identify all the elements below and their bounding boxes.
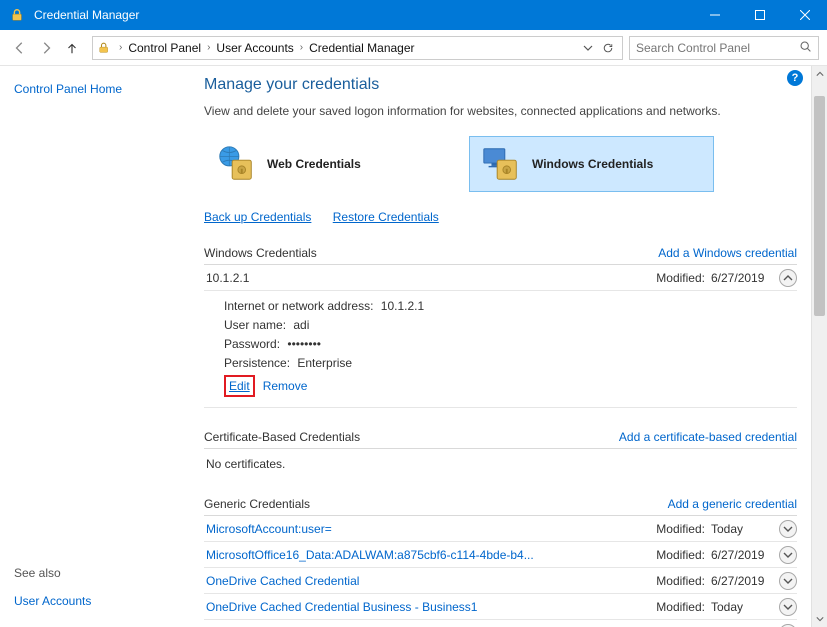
window-title: Credential Manager bbox=[34, 8, 692, 22]
restore-credentials-link[interactable]: Restore Credentials bbox=[333, 210, 439, 224]
windows-credentials-tile[interactable]: Windows Credentials bbox=[469, 136, 714, 192]
generic-credentials-list: MicrosoftAccount:user=Modified:TodayMicr… bbox=[204, 516, 797, 627]
username-label: User name: bbox=[224, 318, 286, 332]
credential-name: 10.1.2.1 bbox=[204, 271, 656, 285]
breadcrumb-item[interactable]: Credential Manager bbox=[305, 41, 418, 55]
breadcrumb-item[interactable]: Control Panel bbox=[124, 41, 205, 55]
edit-credential-link[interactable]: Edit bbox=[229, 379, 250, 393]
credential-row[interactable]: MicrosoftOffice16_Data:ADALWAM:a875cbf6-… bbox=[204, 542, 797, 568]
credential-name[interactable]: OneDrive Cached Credential bbox=[204, 574, 656, 588]
tile-label: Windows Credentials bbox=[532, 157, 653, 171]
section-generic-credentials: Generic Credentials Add a generic creden… bbox=[204, 497, 797, 516]
modified-value: 6/27/2019 bbox=[711, 574, 771, 588]
backup-restore-links: Back up Credentials Restore Credentials bbox=[204, 210, 797, 224]
folder-icon bbox=[97, 40, 113, 56]
minimize-button[interactable] bbox=[692, 0, 737, 30]
credential-name[interactable]: MicrosoftOffice16_Data:ADALWAM:a875cbf6-… bbox=[204, 548, 656, 562]
expand-chevron-down-icon[interactable] bbox=[779, 624, 797, 627]
chevron-right-icon: › bbox=[117, 42, 124, 53]
add-generic-credential-link[interactable]: Add a generic credential bbox=[668, 497, 797, 511]
remove-credential-link[interactable]: Remove bbox=[263, 379, 308, 393]
maximize-button[interactable] bbox=[737, 0, 782, 30]
web-credentials-tile[interactable]: Web Credentials bbox=[204, 136, 449, 192]
persistence-label: Persistence: bbox=[224, 356, 290, 370]
credential-detail: Internet or network address: 10.1.2.1 Us… bbox=[204, 291, 797, 408]
search-icon bbox=[799, 40, 812, 56]
section-certificate-credentials: Certificate-Based Credentials Add a cert… bbox=[204, 430, 797, 449]
modified-value: Today bbox=[711, 522, 771, 536]
modified-label: Modified: bbox=[656, 271, 705, 285]
window-titlebar: Credential Manager bbox=[0, 0, 827, 30]
persistence-value: Enterprise bbox=[297, 356, 352, 370]
credential-name[interactable]: OneDrive Cached Credential Business - Bu… bbox=[204, 600, 656, 614]
see-also-label: See also bbox=[14, 566, 166, 580]
modified-label: Modified: bbox=[656, 522, 705, 536]
nav-forward-button[interactable] bbox=[34, 36, 58, 60]
modified-value: 6/27/2019 bbox=[711, 271, 771, 285]
address-bar: › Control Panel › User Accounts › Creden… bbox=[0, 30, 827, 66]
breadcrumb-item[interactable]: User Accounts bbox=[212, 41, 297, 55]
chevron-right-icon: › bbox=[205, 42, 212, 53]
modified-value: 6/27/2019 bbox=[711, 548, 771, 562]
modified-value: Today bbox=[711, 600, 771, 614]
main-panel: ? Manage your credentials View and delet… bbox=[180, 66, 827, 627]
expand-chevron-down-icon[interactable] bbox=[779, 598, 797, 616]
modified-label: Modified: bbox=[656, 548, 705, 562]
credential-row-expanded[interactable]: 10.1.2.1 Modified: 6/27/2019 bbox=[204, 265, 797, 291]
globe-safe-icon bbox=[215, 143, 257, 185]
help-icon[interactable]: ? bbox=[787, 70, 803, 86]
credential-name[interactable]: MicrosoftAccount:user= bbox=[204, 522, 656, 536]
refresh-button[interactable] bbox=[598, 37, 618, 59]
add-windows-credential-link[interactable]: Add a Windows credential bbox=[658, 246, 797, 260]
breadcrumb[interactable]: › Control Panel › User Accounts › Creden… bbox=[92, 36, 623, 60]
nav-back-button[interactable] bbox=[8, 36, 32, 60]
internet-address-label: Internet or network address: bbox=[224, 299, 373, 313]
search-field[interactable] bbox=[629, 36, 819, 60]
credential-type-tiles: Web Credentials Windows Credentials bbox=[204, 136, 797, 192]
section-windows-credentials: Windows Credentials Add a Windows creden… bbox=[204, 246, 797, 265]
expand-chevron-down-icon[interactable] bbox=[779, 546, 797, 564]
expand-chevron-down-icon[interactable] bbox=[779, 572, 797, 590]
edit-highlight-box: Edit bbox=[224, 375, 255, 397]
nav-up-button[interactable] bbox=[60, 36, 84, 60]
sidebar: Control Panel Home See also User Account… bbox=[0, 66, 180, 627]
credential-row[interactable]: virtualapp/didlogicalModified:6/26/2019 bbox=[204, 620, 797, 627]
section-title: Generic Credentials bbox=[204, 497, 310, 511]
credential-row[interactable]: MicrosoftAccount:user=Modified: Today bbox=[204, 516, 797, 542]
modified-label: Modified: bbox=[656, 600, 705, 614]
credential-actions: Edit Remove bbox=[224, 375, 795, 397]
password-label: Password: bbox=[224, 337, 280, 351]
expand-chevron-down-icon[interactable] bbox=[779, 520, 797, 538]
tile-label: Web Credentials bbox=[267, 157, 361, 171]
scroll-up-arrow-icon[interactable] bbox=[812, 66, 827, 82]
close-button[interactable] bbox=[782, 0, 827, 30]
modified-label: Modified: bbox=[656, 574, 705, 588]
credential-row[interactable]: OneDrive Cached CredentialModified: 6/27/… bbox=[204, 568, 797, 594]
content-area: Control Panel Home See also User Account… bbox=[0, 66, 827, 627]
search-input[interactable] bbox=[636, 41, 799, 55]
app-icon bbox=[8, 6, 26, 24]
section-title: Windows Credentials bbox=[204, 246, 317, 260]
username-value: adi bbox=[293, 318, 309, 332]
no-certificates-text: No certificates. bbox=[204, 449, 797, 489]
page-description: View and delete your saved logon informa… bbox=[204, 104, 797, 118]
add-certificate-credential-link[interactable]: Add a certificate-based credential bbox=[619, 430, 797, 444]
backup-credentials-link[interactable]: Back up Credentials bbox=[204, 210, 311, 224]
credential-row[interactable]: OneDrive Cached Credential Business - Bu… bbox=[204, 594, 797, 620]
chevron-right-icon: › bbox=[298, 42, 305, 53]
page-title: Manage your credentials bbox=[204, 76, 797, 94]
internet-address-value: 10.1.2.1 bbox=[381, 299, 424, 313]
section-title: Certificate-Based Credentials bbox=[204, 430, 360, 444]
control-panel-home-link[interactable]: Control Panel Home bbox=[14, 82, 166, 96]
password-value: •••••••• bbox=[287, 337, 321, 351]
address-dropdown-button[interactable] bbox=[578, 37, 598, 59]
sidebar-link-user-accounts[interactable]: User Accounts bbox=[14, 594, 166, 608]
vertical-scrollbar[interactable] bbox=[811, 66, 827, 627]
scroll-down-arrow-icon[interactable] bbox=[812, 611, 827, 627]
monitor-safe-icon bbox=[480, 143, 522, 185]
scrollbar-thumb[interactable] bbox=[814, 96, 825, 316]
collapse-chevron-up-icon[interactable] bbox=[779, 269, 797, 287]
